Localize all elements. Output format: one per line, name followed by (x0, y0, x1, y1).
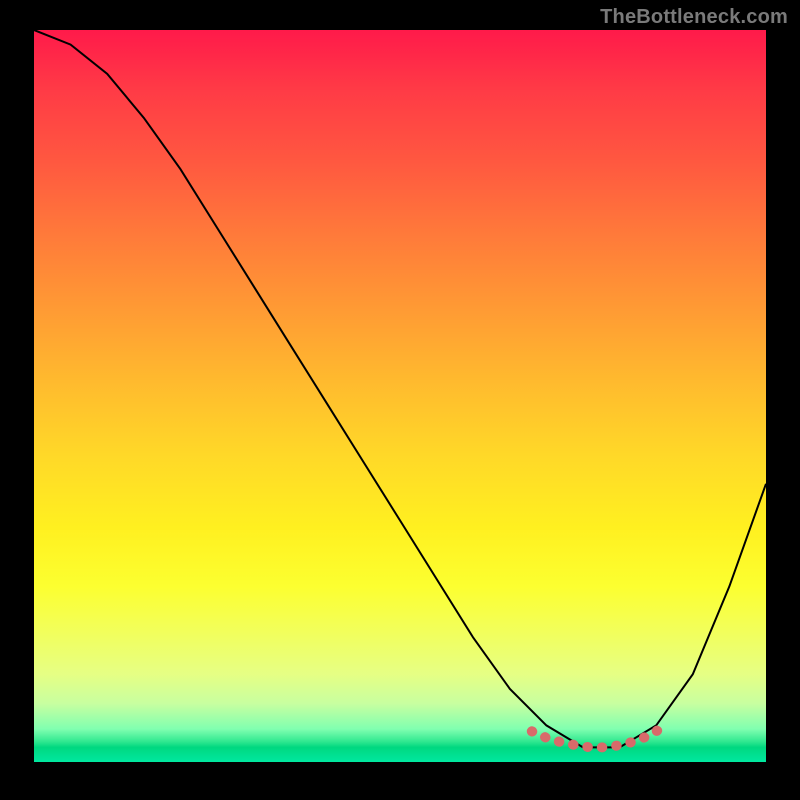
valley-highlight (532, 727, 664, 748)
chart-container: TheBottleneck.com (0, 0, 800, 800)
curve-overlay (34, 30, 766, 762)
bottleneck-curve (34, 30, 766, 747)
watermark-text: TheBottleneck.com (600, 6, 788, 29)
plot-area (34, 30, 766, 762)
